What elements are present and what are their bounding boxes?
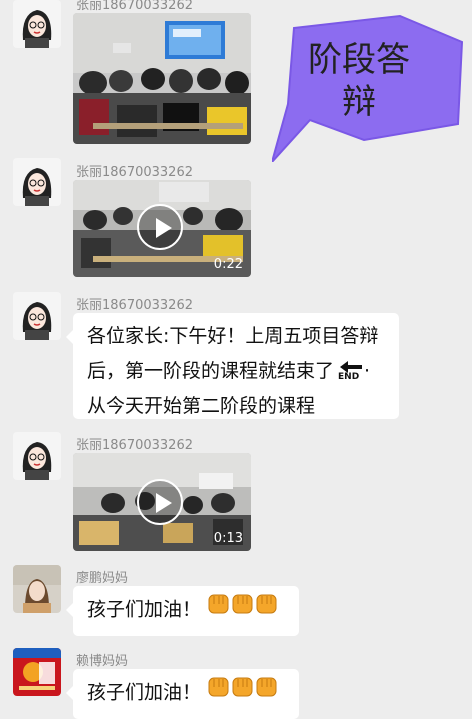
message-line: 从今天开始第二阶段的课程: [87, 395, 316, 417]
sender-name: 张丽18670033262: [76, 0, 193, 13]
text-message[interactable]: 孩子们加油！: [66, 586, 299, 636]
text-message[interactable]: 孩子们加油！: [66, 669, 299, 719]
play-icon[interactable]: [137, 479, 183, 525]
play-icon[interactable]: [137, 204, 183, 250]
video-duration: 0:13: [213, 531, 243, 546]
avatar[interactable]: [13, 158, 61, 206]
text-message[interactable]: 各位家长:下午好！上周五项目答辩 后，第一阶段的课程就结束了 END · 从今天…: [66, 313, 399, 419]
sender-name: 张丽18670033262: [76, 298, 193, 313]
fist-emoji-icon: [207, 592, 279, 628]
sender-name: 张丽18670033262: [76, 438, 193, 453]
image-message[interactable]: [73, 13, 251, 144]
avatar[interactable]: [13, 565, 61, 613]
fist-emoji-icon: [207, 675, 279, 711]
stage-defense-sticker: 阶段答 辩: [272, 12, 464, 162]
message-line-tail: ·: [364, 360, 371, 382]
avatar[interactable]: [13, 292, 61, 340]
sender-name: 廖鹏妈妈: [76, 571, 129, 586]
sender-name: 赖博妈妈: [76, 654, 129, 669]
avatar[interactable]: [13, 648, 61, 696]
message-line: 各位家长:下午好！上周五项目答辩: [87, 325, 379, 347]
avatar[interactable]: [13, 432, 61, 480]
message-text: 孩子们加油！: [87, 681, 202, 704]
message-text: 孩子们加油！: [87, 598, 202, 621]
sender-name: 张丽18670033262: [76, 165, 193, 180]
end-emoji-icon: END: [338, 360, 364, 383]
sticker-text-line2: 辩: [342, 82, 376, 122]
avatar[interactable]: [13, 0, 61, 48]
sticker-text-line1: 阶段答: [308, 40, 410, 80]
end-emoji-label: END: [338, 371, 360, 382]
video-message[interactable]: 0:22: [73, 180, 251, 277]
message-line-text: 后，第一阶段的课程就结束了: [87, 360, 335, 382]
video-duration: 0:22: [213, 257, 243, 272]
video-message[interactable]: 0:13: [73, 453, 251, 551]
message-line: 后，第一阶段的课程就结束了 END ·: [87, 354, 385, 389]
